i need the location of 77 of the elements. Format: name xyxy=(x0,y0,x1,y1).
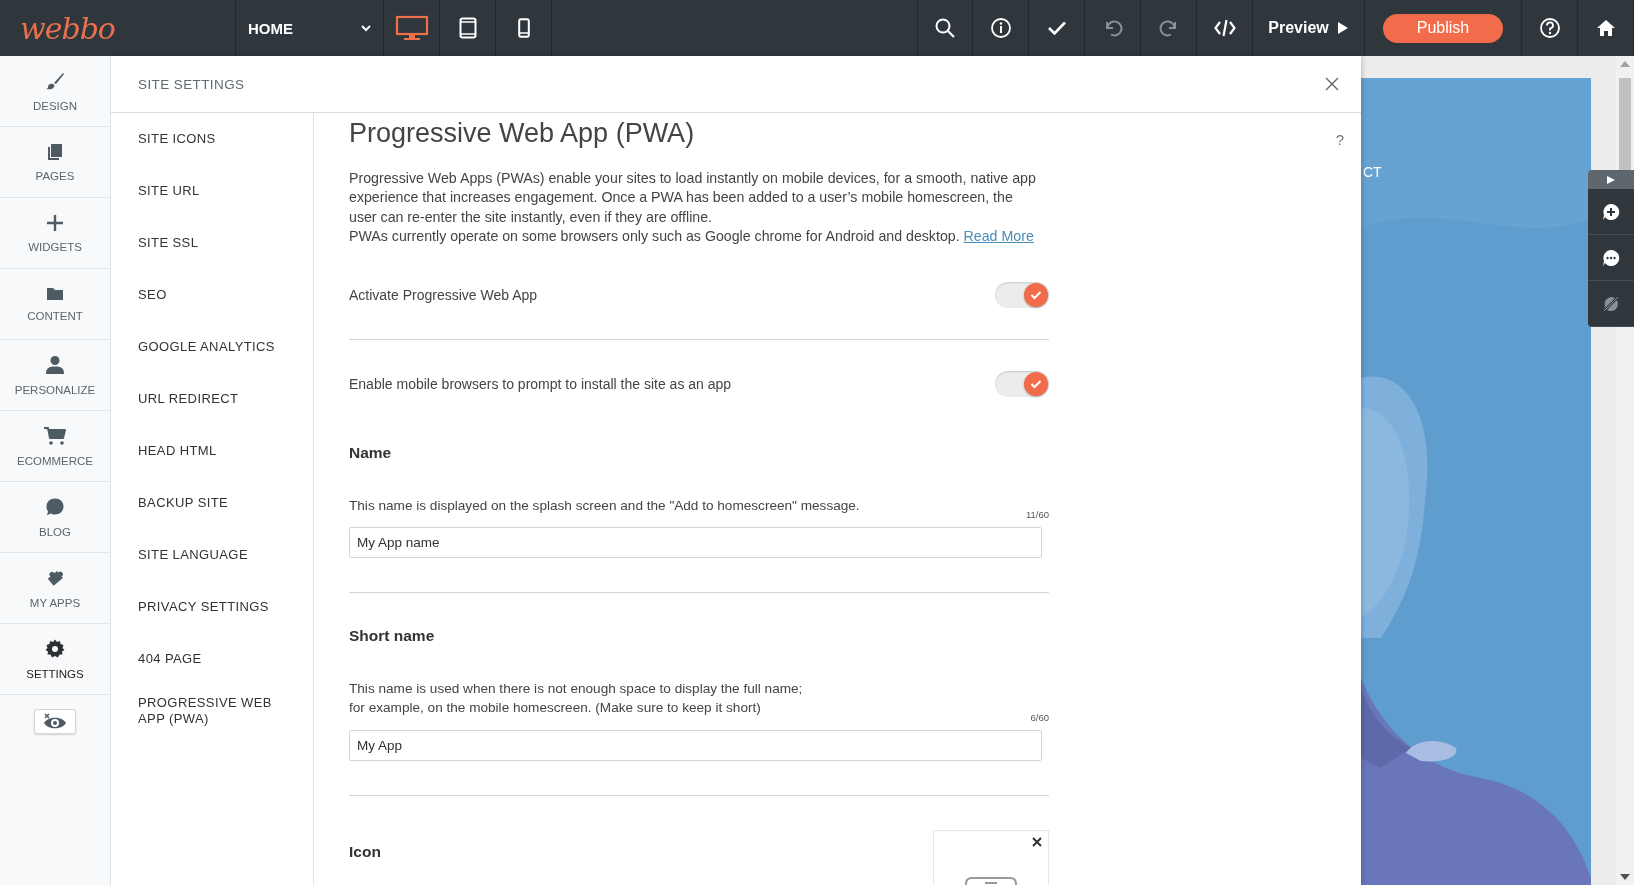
monitor-icon xyxy=(394,15,429,41)
sidebar-item[interactable]: BLOG xyxy=(0,482,110,553)
comments-button[interactable] xyxy=(1588,235,1634,281)
sidebar-item[interactable]: DESIGN xyxy=(0,56,110,127)
info-icon xyxy=(989,17,1012,39)
sidebar-item[interactable]: CONTENT xyxy=(0,269,110,340)
chat-bubble-icon xyxy=(1601,247,1621,268)
close-icon xyxy=(1325,77,1339,91)
input-field[interactable]: My App name xyxy=(349,527,1042,559)
toggle-switch[interactable] xyxy=(995,281,1049,308)
check-icon xyxy=(1046,20,1067,36)
toggle-label: Activate Progressive Web App xyxy=(349,286,538,303)
redo-icon xyxy=(1158,19,1179,37)
section-heading: Short name xyxy=(349,626,436,647)
section-heading: Name xyxy=(349,442,393,463)
play-icon xyxy=(1336,21,1349,35)
plus-bubble-icon xyxy=(1601,201,1621,222)
pages-icon xyxy=(47,142,63,161)
settings-nav-item[interactable]: SITE ICONS xyxy=(138,131,278,147)
close-icon xyxy=(1032,836,1042,847)
input-field[interactable]: My App xyxy=(349,729,1042,761)
settings-nav-item[interactable]: URL REDIRECT xyxy=(138,391,278,407)
cart-icon xyxy=(43,425,67,446)
panel-title: SITE SETTINGS xyxy=(138,76,245,92)
bubble-icon xyxy=(45,496,65,517)
toggle-switch[interactable] xyxy=(995,370,1049,397)
toggle-label: Enable mobile browsers to prompt to install the site as an app xyxy=(349,375,732,392)
logo[interactable]: webbo xyxy=(20,10,115,46)
check-icon xyxy=(1030,378,1042,389)
person-icon xyxy=(45,354,65,375)
hide-button[interactable] xyxy=(34,709,76,734)
sidebar-item[interactable]: MY APPS xyxy=(0,553,110,624)
settings-nav-item[interactable]: BACKUP SITE xyxy=(138,495,278,511)
hide-comments-button[interactable] xyxy=(1588,281,1634,327)
tablet-icon xyxy=(458,17,477,39)
sidebar-item[interactable]: WIDGETS xyxy=(0,198,110,269)
remove-button[interactable] xyxy=(1032,836,1042,847)
read-more-link[interactable]: Read More xyxy=(963,228,1034,245)
search-icon xyxy=(934,17,956,39)
sidebar-item[interactable]: SETTINGS xyxy=(0,624,110,695)
help-icon xyxy=(1538,17,1561,39)
close-button[interactable] xyxy=(1325,77,1339,91)
settings-nav-item[interactable]: 404 PAGE xyxy=(138,651,278,667)
sidebar-item[interactable]: ECOMMERCE xyxy=(0,411,110,482)
add-comment-button[interactable] xyxy=(1588,189,1634,235)
char-counter: 6/60 xyxy=(1030,711,1049,723)
settings-nav-item[interactable]: SEO xyxy=(138,287,278,303)
settings-nav-item[interactable]: HEAD HTML xyxy=(138,443,278,459)
collapse-button[interactable] xyxy=(1588,170,1634,189)
section-heading: Icon xyxy=(349,841,381,862)
gear-icon xyxy=(45,638,65,659)
settings-nav-item[interactable]: GOOGLE ANALYTICS xyxy=(138,339,278,355)
check-icon xyxy=(1030,289,1042,300)
settings-nav-item[interactable]: PROGRESSIVE WEB APP (PWA) xyxy=(138,695,278,727)
eye-icon xyxy=(42,712,68,731)
down-arrow-icon[interactable] xyxy=(1620,874,1630,880)
brush-icon xyxy=(45,70,65,91)
settings-nav-item[interactable]: PRIVACY SETTINGS xyxy=(138,599,278,615)
field-description: This name is used when there is not enough space to display the full name; for example, on the mobile homescreen. (Make sure to keep it short) xyxy=(349,680,803,718)
settings-nav-item[interactable]: SITE LANGUAGE xyxy=(138,547,278,563)
description: Progressive Web Apps (PWAs) enable your sites to load instantly on mobile devices, for a smooth, native app experience that increases engagement. Once a PWA has been added to a user’s mobile homescreen, the user can re-enter the site instantly, even if they are offline. PWAs currently operate on some browsers only such as Google chrome for Android and desktop. Read More xyxy=(349,169,1037,247)
plus-icon xyxy=(46,213,64,232)
field-description: This name is displayed on the splash screen and the "Add to homescreen" message. xyxy=(349,496,860,515)
folder-icon xyxy=(46,286,64,301)
page-title: Progressive Web App (PWA) xyxy=(349,117,696,150)
phone-icon xyxy=(517,18,530,38)
home-icon xyxy=(1595,19,1616,37)
help-mark[interactable]: ? xyxy=(1335,131,1344,148)
char-counter: 11/60 xyxy=(1025,509,1049,521)
scroll-thumb[interactable] xyxy=(1619,78,1631,170)
settings-nav-item[interactable]: SITE SSL xyxy=(138,235,278,251)
site-nav-text: CT xyxy=(1363,164,1382,180)
chevron-icon xyxy=(361,24,371,32)
sidebar-item[interactable]: PERSONALIZE xyxy=(0,340,110,411)
sidebar-item[interactable]: PAGES xyxy=(0,127,110,198)
code-icon xyxy=(1213,18,1236,38)
settings-nav-item[interactable]: SITE URL xyxy=(138,183,278,199)
